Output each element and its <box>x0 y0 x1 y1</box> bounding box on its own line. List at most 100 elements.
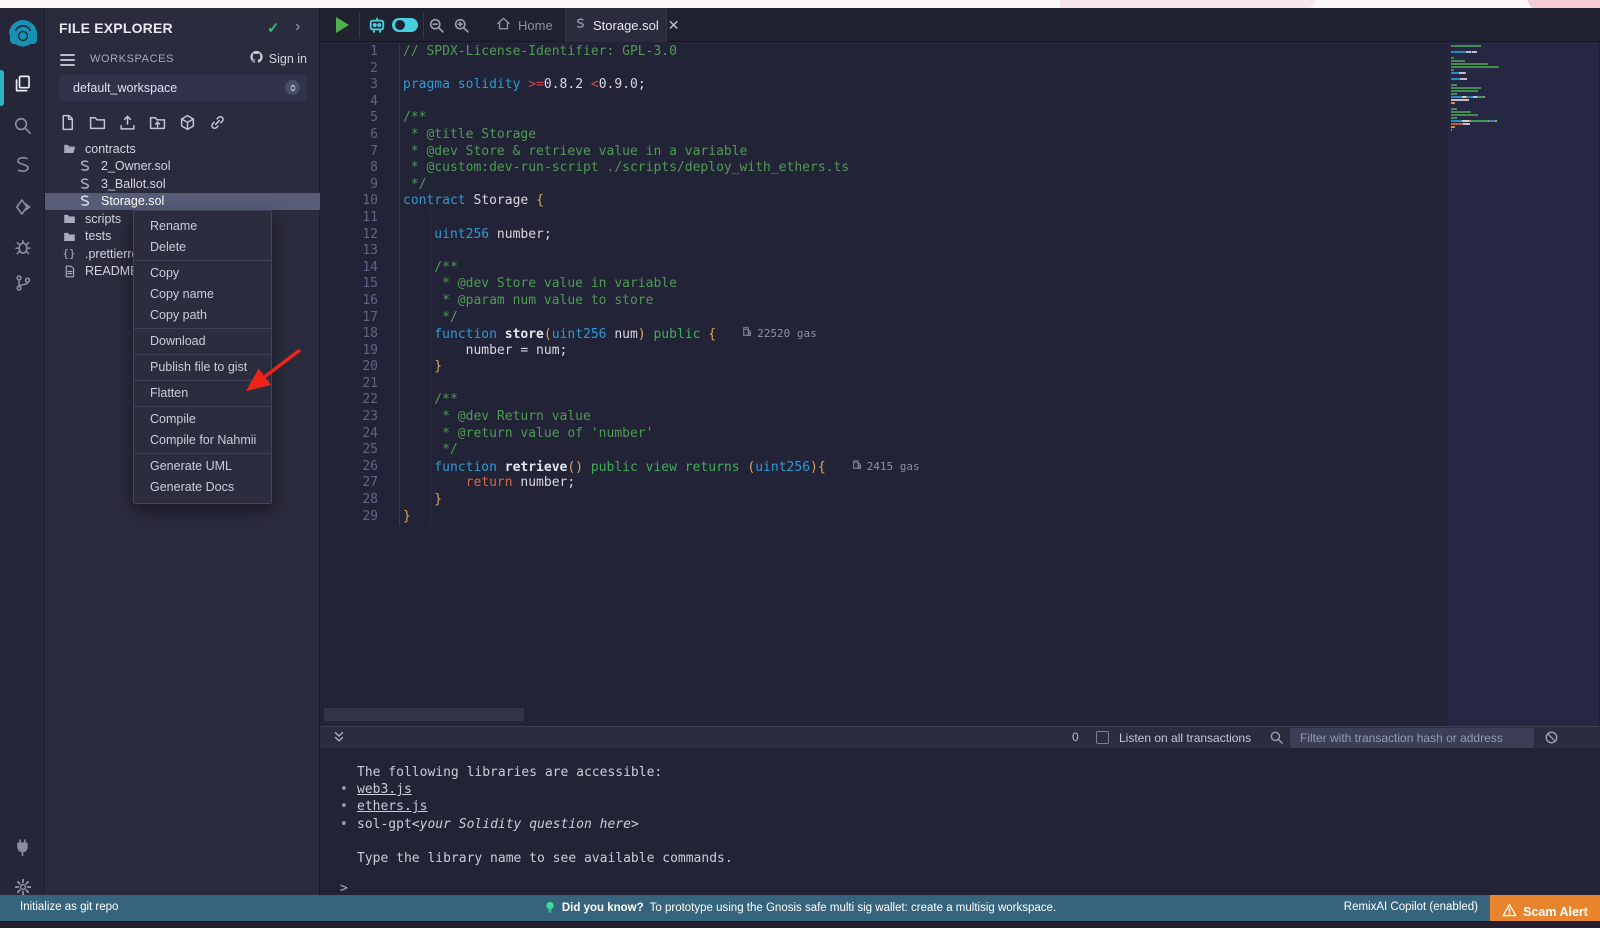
menu-item-copy-path[interactable]: Copy path <box>134 305 271 326</box>
link-icon[interactable] <box>209 114 226 131</box>
solidity-icon <box>78 159 92 173</box>
library-link[interactable]: web3.js <box>357 781 412 798</box>
menu-item-copy-name[interactable]: Copy name <box>134 284 271 305</box>
menu-item-copy[interactable]: Copy <box>134 263 271 284</box>
code-line-8: * @custom:dev-run-script ./scripts/deplo… <box>403 160 920 177</box>
tab-storage-sol[interactable]: Storage.sol ✕ <box>565 8 667 42</box>
copilot-status[interactable]: RemixAI Copilot (enabled) <box>1344 901 1478 913</box>
workspaces-menu-icon[interactable] <box>60 54 75 69</box>
solidity-file-icon <box>575 17 586 33</box>
tip-bold: Did you know? <box>562 902 644 914</box>
check-icon[interactable]: ✓ <box>267 19 280 37</box>
ai-copilot-icon[interactable] <box>367 15 387 40</box>
code-line-19: number = num; <box>403 343 920 360</box>
tree-item-storage-sol[interactable]: Storage.sol <box>45 193 320 211</box>
sign-in-label: Sign in <box>269 52 307 66</box>
fuel-pump-icon <box>852 459 863 476</box>
tree-item-label: contracts <box>85 142 136 156</box>
code-line-1: // SPDX-License-Identifier: GPL-3.0 <box>403 44 920 61</box>
code-line-14: /** <box>403 260 920 277</box>
copilot-toggle[interactable] <box>392 18 418 32</box>
cube-icon[interactable] <box>179 114 196 131</box>
bottom-edge <box>0 921 1600 928</box>
deploy-run-icon[interactable] <box>0 190 45 224</box>
menu-item-delete[interactable]: Delete <box>134 237 271 258</box>
menu-divider <box>134 453 271 454</box>
zoom-in-icon[interactable] <box>453 17 470 39</box>
terminal-search-icon[interactable] <box>1269 730 1284 750</box>
library-name: sol-gpt <box>357 816 412 833</box>
code-line-23: * @dev Return value <box>403 409 920 426</box>
upload-folder-icon[interactable] <box>149 114 166 131</box>
listen-transactions-checkbox[interactable] <box>1096 731 1109 744</box>
library-arg-hint: <your Solidity question here> <box>412 816 639 833</box>
terminal-intro: The following libraries are accessible: <box>357 764 733 781</box>
code-line-20: } <box>403 359 920 376</box>
folder-icon <box>62 229 76 243</box>
menu-item-compile-for-nahmii[interactable]: Compile for Nahmii <box>134 430 271 451</box>
minimap[interactable] <box>1451 45 1499 132</box>
file-explorer-icon[interactable] <box>0 66 45 100</box>
tab-home[interactable]: Home <box>482 8 567 42</box>
warning-icon <box>1502 903 1517 920</box>
clear-console-icon[interactable] <box>1544 730 1559 750</box>
workspace-caret-icon <box>285 80 300 95</box>
github-icon <box>249 50 264 67</box>
menu-item-compile[interactable]: Compile <box>134 409 271 430</box>
tree-item-2-owner-sol[interactable]: 2_Owner.sol <box>45 158 320 176</box>
code-line-7: * @dev Store & retrieve value in a varia… <box>403 144 920 161</box>
folder-open-icon <box>62 142 76 156</box>
terminal-library-sol-gpt: •sol-gpt <your Solidity question here> <box>340 816 733 833</box>
run-script-button[interactable] <box>336 17 349 33</box>
braces-icon: {} <box>62 247 76 261</box>
bullet: • <box>340 816 357 833</box>
sign-in-button[interactable]: Sign in <box>249 50 307 67</box>
transaction-filter-input[interactable] <box>1290 728 1534 748</box>
code-editor[interactable]: 1234567891011121314151617181920212223242… <box>320 42 1600 726</box>
library-link[interactable]: ethers.js <box>357 798 427 815</box>
tree-item-3-ballot-sol[interactable]: 3_Ballot.sol <box>45 175 320 193</box>
workspace-name: default_workspace <box>73 81 177 95</box>
code-line-25: */ <box>403 442 920 459</box>
code-line-5: /** <box>403 110 920 127</box>
upload-file-icon[interactable] <box>119 114 136 131</box>
bullet: • <box>340 798 357 815</box>
new-file-icon[interactable] <box>59 114 76 131</box>
line-numbers: 1234567891011121314151617181920212223242… <box>320 44 378 525</box>
menu-item-generate-uml[interactable]: Generate UML <box>134 456 271 477</box>
close-tab-icon[interactable]: ✕ <box>668 17 680 34</box>
debugger-icon[interactable] <box>0 230 45 264</box>
remix-logo-icon[interactable] <box>3 14 43 58</box>
expand-terminal-icon[interactable] <box>332 730 346 749</box>
menu-item-flatten[interactable]: Flatten <box>134 383 271 404</box>
transaction-count-badge: 0 <box>1072 730 1079 744</box>
menu-item-generate-docs[interactable]: Generate Docs <box>134 477 271 498</box>
terminal-note: Type the library name to see available c… <box>357 850 733 867</box>
git-icon[interactable] <box>0 266 45 300</box>
menu-divider <box>134 406 271 407</box>
terminal-prompt[interactable]: > <box>340 881 348 896</box>
new-folder-icon[interactable] <box>89 114 106 131</box>
chevron-right-icon[interactable]: › <box>295 18 300 36</box>
folder-icon <box>62 212 76 226</box>
zoom-out-icon[interactable] <box>428 17 445 39</box>
code-content: // SPDX-License-Identifier: GPL-3.0pragm… <box>403 44 920 525</box>
code-line-2 <box>403 61 920 78</box>
search-icon[interactable] <box>0 108 45 142</box>
terminal[interactable]: The following libraries are accessible: … <box>320 748 1600 895</box>
code-line-24: * @return value of 'number' <box>403 426 920 443</box>
terminal-toolbar: 0 Listen on all transactions <box>320 726 1600 748</box>
menu-item-rename[interactable]: Rename <box>134 216 271 237</box>
horizontal-scrollbar[interactable] <box>324 708 524 721</box>
home-tab-label: Home <box>518 18 553 33</box>
gas-estimate-badge: 22520 gas <box>742 326 817 343</box>
menu-divider <box>134 380 271 381</box>
init-git-repo-button[interactable]: Initialize as git repo <box>20 901 118 913</box>
tree-item-contracts[interactable]: contracts <box>45 140 320 158</box>
solidity-compiler-icon[interactable] <box>0 148 45 182</box>
workspace-select[interactable]: default_workspace <box>59 74 307 101</box>
plugin-manager-icon[interactable] <box>0 830 45 864</box>
menu-item-download[interactable]: Download <box>134 331 271 352</box>
menu-item-publish-file-to-gist[interactable]: Publish file to gist <box>134 357 271 378</box>
status-bar: Did you know? To prototype using the Gno… <box>0 895 1600 921</box>
